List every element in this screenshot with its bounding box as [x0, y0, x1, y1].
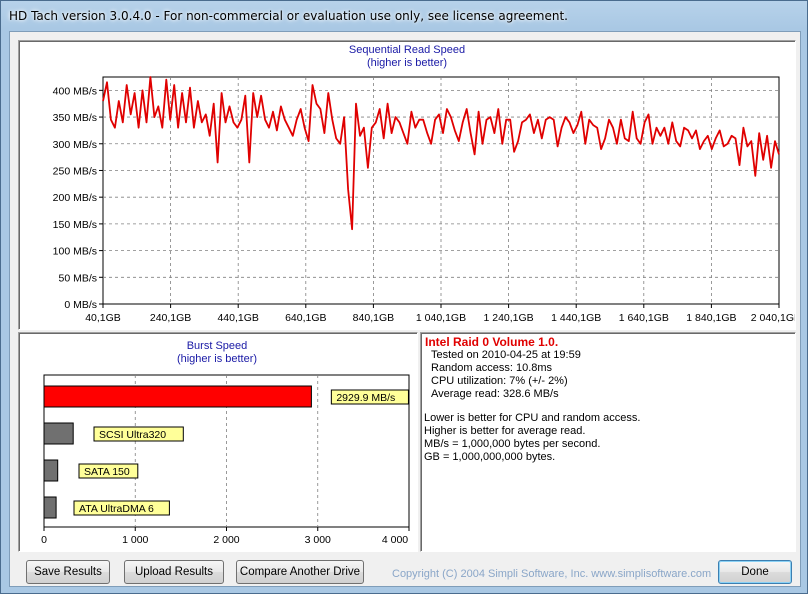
client-area: Sequential Read Speed (higher is better) 0…	[9, 31, 801, 587]
window-title: HD Tach version 3.0.4.0 - For non-commer…	[9, 9, 568, 23]
burst-x-tick-label: 4 000	[382, 534, 408, 546]
sequential-read-panel: Sequential Read Speed (higher is better) 0…	[18, 40, 801, 330]
burst-chart-subtitle: (higher is better)	[177, 353, 257, 365]
burst-x-tick-label: 1 000	[122, 534, 148, 546]
seq-x-tick-label: 40,1GB	[85, 312, 121, 324]
upload-results-button[interactable]: Upload Results	[124, 560, 224, 584]
compare-another-drive-button[interactable]: Compare Another Drive	[236, 560, 364, 584]
burst-x-tick-label: 2 000	[213, 534, 239, 546]
burst-x-tick-label: 3 000	[305, 534, 331, 546]
seq-y-tick-label: 0 MB/s	[64, 299, 97, 311]
seq-x-tick-label: 640,1GB	[285, 312, 326, 324]
note-gb-definition: GB = 1,000,000,000 bytes.	[424, 451, 556, 463]
cpu-utilization: CPU utilization: 7% (+/- 2%)	[431, 375, 568, 387]
burst-bar-scsi-ultra320	[43, 422, 74, 445]
app-window: HD Tach version 3.0.4.0 - For non-commer…	[0, 0, 808, 594]
seq-x-tick-label: 1 240,1GB	[483, 312, 533, 324]
results-info-panel: Intel Raid 0 Volume 1.0. Tested on 2010-…	[420, 332, 796, 552]
save-results-button[interactable]: Save Results	[26, 560, 110, 584]
seq-x-tick-label: 840,1GB	[353, 312, 394, 324]
sequential-read-chart: Sequential Read Speed(higher is better) 0…	[53, 44, 801, 324]
seq-x-tick-label: 240,1GB	[150, 312, 191, 324]
seq-x-tick-label: 440,1GB	[217, 312, 258, 324]
average-read: Average read: 328.6 MB/s	[431, 388, 559, 400]
burst-bar-ata-ultradma6	[43, 496, 57, 519]
seq-chart-title: Sequential Read Speed	[349, 44, 465, 56]
drive-name: Intel Raid 0 Volume 1.0.	[425, 335, 559, 349]
note-lower-better: Lower is better for CPU and random acces…	[424, 412, 641, 424]
seq-y-tick-label: 100 MB/s	[53, 246, 97, 258]
burst-label-sata: SATA 150	[84, 466, 130, 478]
seq-y-tick-label: 300 MB/s	[53, 139, 97, 151]
note-mbs-definition: MB/s = 1,000,000 bytes per second.	[424, 438, 601, 450]
seq-y-tick-label: 50 MB/s	[58, 272, 97, 284]
test-date: Tested on 2010-04-25 at 19:59	[431, 349, 581, 361]
copyright-text: Copyright (C) 2004 Simpli Software, Inc.…	[392, 568, 712, 580]
random-access: Random access: 10.8ms	[431, 362, 553, 374]
burst-label-ata: ATA UltraDMA 6	[79, 503, 154, 515]
burst-label-scsi: SCSI Ultra320	[99, 429, 166, 441]
burst-value-label: 2929.9 MB/s	[336, 392, 395, 404]
seq-y-tick-label: 200 MB/s	[53, 192, 97, 204]
seq-x-tick-label: 1 640,1GB	[619, 312, 669, 324]
burst-x-tick-label: 0	[41, 534, 47, 546]
burst-bar-sata-150	[43, 459, 59, 482]
burst-bar-this-drive	[43, 385, 312, 408]
seq-y-tick-label: 150 MB/s	[53, 219, 97, 231]
done-button[interactable]: Done	[718, 560, 792, 584]
seq-x-tick-label: 1 040,1GB	[416, 312, 466, 324]
seq-x-tick-label: 1 440,1GB	[551, 312, 601, 324]
burst-chart-title: Burst Speed	[187, 340, 248, 352]
seq-x-tick-label: 1 840,1GB	[686, 312, 736, 324]
burst-speed-chart: Burst Speed(higher is better) 0 1 000 2 000…	[41, 340, 410, 546]
seq-y-tick-label: 250 MB/s	[53, 165, 97, 177]
seq-y-tick-label: 400 MB/s	[53, 85, 97, 97]
seq-x-tick-label: 2 040,1GE	[751, 312, 795, 324]
title-bar[interactable]: HD Tach version 3.0.4.0 - For non-commer…	[1, 1, 808, 31]
seq-chart-subtitle: (higher is better)	[367, 57, 447, 69]
note-higher-better: Higher is better for average read.	[424, 425, 586, 437]
burst-speed-panel: Burst Speed (higher is better) 0 1 000 2 000…	[18, 332, 418, 552]
seq-y-tick-label: 350 MB/s	[53, 112, 97, 124]
